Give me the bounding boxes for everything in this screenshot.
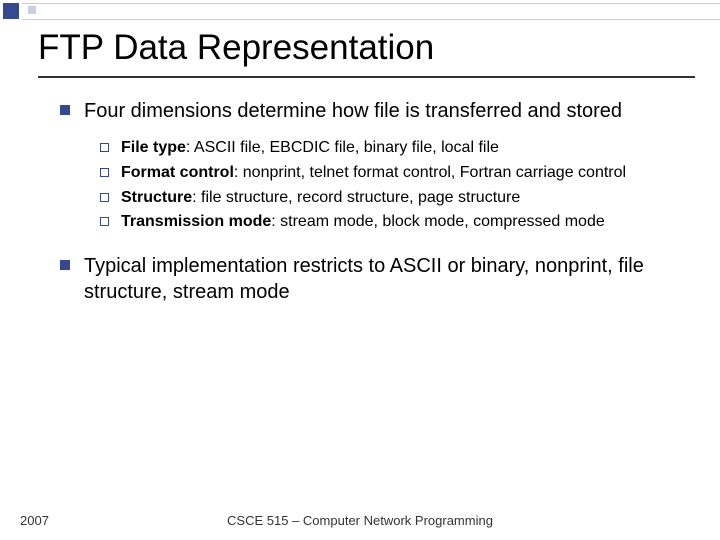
bullet-level2: Structure: file structure, record struct… xyxy=(100,188,680,209)
square-icon xyxy=(3,3,19,19)
bullet-text: Transmission mode: stream mode, block mo… xyxy=(121,212,605,233)
slide-decoration xyxy=(0,0,720,28)
bullet-text: Format control: nonprint, telnet format … xyxy=(121,163,626,184)
square-bullet-icon xyxy=(60,105,70,115)
bullet-level1: Typical implementation restricts to ASCI… xyxy=(60,253,680,305)
bullet-level1: Four dimensions determine how file is tr… xyxy=(60,98,680,124)
bullet-text: Structure: file structure, record struct… xyxy=(121,188,520,209)
title-underline xyxy=(38,76,695,78)
square-icon xyxy=(28,6,36,14)
square-bullet-icon xyxy=(60,260,70,270)
bullet-level2: Format control: nonprint, telnet format … xyxy=(100,163,680,184)
footer-course: CSCE 515 – Computer Network Programming xyxy=(0,513,720,528)
hollow-square-bullet-icon xyxy=(100,193,109,202)
hollow-square-bullet-icon xyxy=(100,217,109,226)
bullet-text: File type: ASCII file, EBCDIC file, bina… xyxy=(121,138,499,159)
hollow-square-bullet-icon xyxy=(100,143,109,152)
sub-bullet-group: File type: ASCII file, EBCDIC file, bina… xyxy=(100,138,680,233)
footer-year: 2007 xyxy=(20,513,49,528)
bullet-text: Four dimensions determine how file is tr… xyxy=(84,98,622,124)
hollow-square-bullet-icon xyxy=(100,168,109,177)
slide-title: FTP Data Representation xyxy=(38,28,434,68)
slide-body: Four dimensions determine how file is tr… xyxy=(60,98,680,319)
bullet-level2: Transmission mode: stream mode, block mo… xyxy=(100,212,680,233)
bullet-text: Typical implementation restricts to ASCI… xyxy=(84,253,680,305)
bullet-level2: File type: ASCII file, EBCDIC file, bina… xyxy=(100,138,680,159)
